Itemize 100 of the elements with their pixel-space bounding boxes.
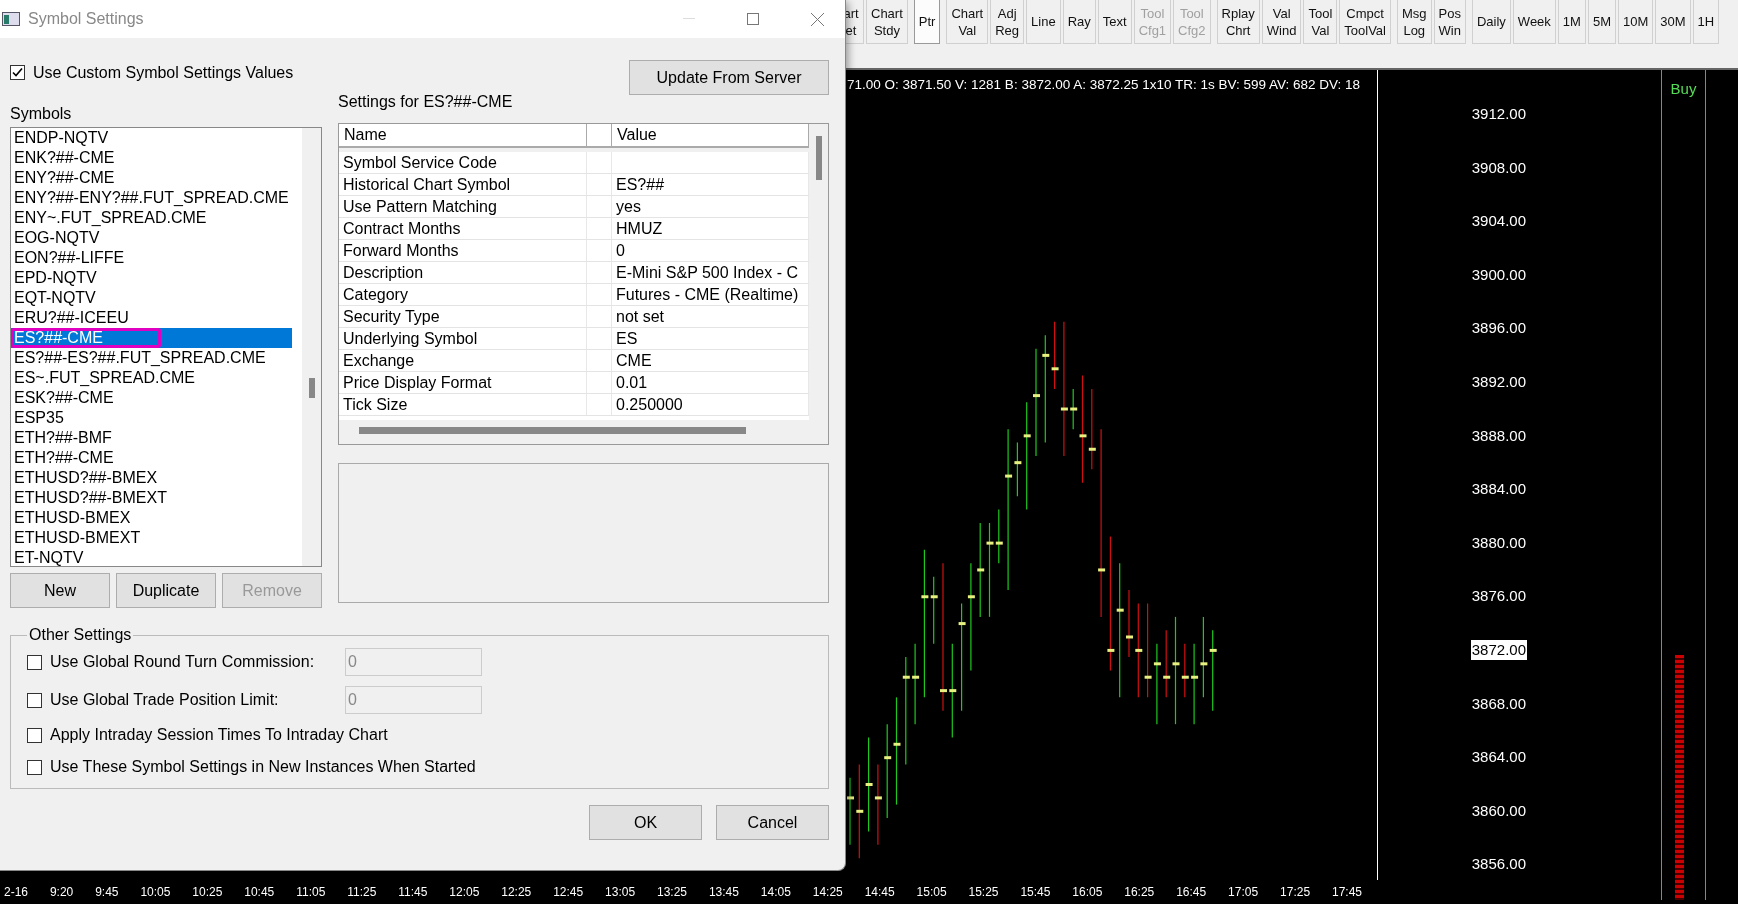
symbol-item[interactable]: ES?##-ES?##.FUT_SPREAD.CME xyxy=(11,348,292,368)
time-label: 16:45 xyxy=(1176,885,1207,899)
chart-info-line: 71.00 O: 3871.50 V: 1281 B: 3872.00 A: 3872.25 1x10 TR: 1s BV: 599 AV: 682 DV: 18 xyxy=(847,76,1361,94)
list-scrollbar[interactable] xyxy=(302,128,321,566)
time-label: 15:05 xyxy=(916,885,947,899)
option-checkbox[interactable]: Use These Symbol Settings in New Instances When Started xyxy=(27,758,476,776)
price-label: 3880.00 xyxy=(1470,532,1527,553)
toolbar-button[interactable]: 1M xyxy=(1557,0,1586,44)
column-header[interactable]: Name xyxy=(339,124,587,146)
table-cell: Category xyxy=(339,284,587,305)
price-label: 3908.00 xyxy=(1470,157,1527,178)
price-label: 3860.00 xyxy=(1470,800,1527,821)
toolbar-button[interactable]: Line xyxy=(1026,0,1061,44)
table-cell: Tick Size xyxy=(339,394,587,415)
time-label: 17:25 xyxy=(1280,885,1311,899)
symbol-item[interactable]: ERU?##-ICEEU xyxy=(11,308,292,328)
minimize-icon xyxy=(683,18,695,20)
option-checkbox[interactable]: Use Global Trade Position Limit: xyxy=(27,691,327,709)
toolbar-button[interactable]: Week xyxy=(1512,0,1556,44)
toolbar-button[interactable]: Text xyxy=(1097,0,1132,44)
symbol-item[interactable]: ETHUSD-BMEX xyxy=(11,508,292,528)
toolbar-button[interactable]: 5M xyxy=(1587,0,1616,44)
time-label: 10:25 xyxy=(192,885,223,899)
symbol-item[interactable]: ETHUSD?##-BMEX xyxy=(11,468,292,488)
symbols-label: Symbols xyxy=(10,105,73,123)
time-label: 16:05 xyxy=(1072,885,1103,899)
symbol-item[interactable]: ETHUSD?##-BMEXT xyxy=(11,488,292,508)
symbol-item[interactable]: ENY~.FUT_SPREAD.CME xyxy=(11,208,292,228)
price-label: 3872.00 xyxy=(1470,639,1527,660)
toolbar-button[interactable]: Daily xyxy=(1471,0,1511,44)
price-label: 3856.00 xyxy=(1470,854,1527,875)
table-cell: Contract Months xyxy=(339,218,587,239)
price-label: 3876.00 xyxy=(1470,586,1527,607)
time-label: 17:45 xyxy=(1331,885,1362,899)
update-from-server-button[interactable]: Update From Server xyxy=(629,60,829,95)
price-label: 3892.00 xyxy=(1470,371,1527,392)
toolbar-button[interactable]: Tool Val xyxy=(1303,0,1338,44)
time-label: 15:45 xyxy=(1020,885,1051,899)
toolbar-button[interactable]: Ray xyxy=(1062,0,1096,44)
toolbar-button[interactable]: Chart Val xyxy=(946,0,989,44)
symbol-item[interactable]: ENDP-NQTV xyxy=(11,128,292,148)
price-label: 3864.00 xyxy=(1470,747,1527,768)
toolbar-button[interactable]: 30M xyxy=(1655,0,1691,44)
toolbar-button[interactable]: 1H xyxy=(1692,0,1720,44)
check-mark-icon xyxy=(12,67,23,78)
option-checkbox[interactable]: Use Global Round Turn Commission: xyxy=(27,653,327,671)
time-label: 10:45 xyxy=(244,885,275,899)
custom-values-checkbox[interactable]: Use Custom Symbol Settings Values xyxy=(10,63,294,82)
table-horizontal-scrollbar[interactable] xyxy=(359,427,746,434)
time-label: 13:45 xyxy=(708,885,739,899)
symbol-item[interactable]: EPD-NQTV xyxy=(11,268,292,288)
symbol-item[interactable]: ETH?##-CME xyxy=(11,448,292,468)
toolbar-button[interactable]: Cmpct ToolVal xyxy=(1339,0,1391,44)
time-label: 14:25 xyxy=(812,885,843,899)
symbol-item[interactable]: ENY?##-ENY?##.FUT_SPREAD.CME xyxy=(11,188,292,208)
list-action-button[interactable]: Duplicate xyxy=(116,573,216,608)
price-label: 3888.00 xyxy=(1470,425,1527,446)
time-label: 11:05 xyxy=(296,885,326,899)
time-label: 17:05 xyxy=(1228,885,1259,899)
table-cell: Forward Months xyxy=(339,240,587,261)
toolbar-button[interactable]: Rplay Chrt xyxy=(1216,0,1260,44)
toolbar-button[interactable]: Ptr xyxy=(913,0,941,44)
table-cell: Security Type xyxy=(339,306,587,327)
time-label: 14:45 xyxy=(864,885,895,899)
symbol-item[interactable]: ET-NQTV xyxy=(11,548,292,566)
toolbar-button[interactable]: Pos Win xyxy=(1433,0,1466,44)
symbols-list[interactable] xyxy=(10,127,322,567)
symbol-item[interactable]: ESP35 xyxy=(11,408,292,428)
symbol-item[interactable]: ES~.FUT_SPREAD.CME xyxy=(11,368,292,388)
buy-label: Buy xyxy=(1670,80,1697,98)
time-label: 11:25 xyxy=(347,885,377,899)
symbol-item[interactable]: ESK?##-CME xyxy=(11,388,292,408)
symbol-item[interactable]: ENY?##-CME xyxy=(11,168,292,188)
table-cell: Exchange xyxy=(339,350,587,371)
symbol-item[interactable]: ETHUSD-BMEXT xyxy=(11,528,292,548)
symbol-item[interactable]: EON?##-LIFFE xyxy=(11,248,292,268)
dialog-button[interactable]: Cancel xyxy=(716,805,829,840)
toolbar-button[interactable]: Adj Reg xyxy=(990,0,1025,44)
time-label: 12:25 xyxy=(501,885,532,899)
list-action-button[interactable]: New xyxy=(10,573,110,608)
option-checkbox[interactable]: Apply Intraday Session Times To Intraday Chart xyxy=(27,726,388,744)
symbol-item[interactable]: EQT-NQTV xyxy=(11,288,292,308)
time-label: 10:05 xyxy=(140,885,171,899)
toolbar-button[interactable]: Msg Log xyxy=(1397,0,1432,44)
symbol-item[interactable]: EOG-NQTV xyxy=(11,228,292,248)
symbol-item[interactable]: ETH?##-BMF xyxy=(11,428,292,448)
dialog-button[interactable]: OK xyxy=(589,805,702,840)
toolbar-button[interactable]: Val Wind xyxy=(1261,0,1302,44)
toolbar-button[interactable]: Chart Stdy xyxy=(866,0,908,44)
table-cell: Underlying Symbol xyxy=(339,328,587,349)
price-label: 3868.00 xyxy=(1470,693,1527,714)
price-label: 3884.00 xyxy=(1470,479,1527,500)
symbol-item[interactable]: ENK?##-CME xyxy=(11,148,292,168)
price-label: 3912.00 xyxy=(1470,104,1527,124)
table-cell: Symbol Service Code xyxy=(339,152,587,173)
time-label: 11:45 xyxy=(398,885,428,899)
toolbar-button[interactable]: 10M xyxy=(1618,0,1654,44)
price-label: 3896.00 xyxy=(1470,318,1527,339)
time-label: 12:45 xyxy=(553,885,584,899)
settings-heading: Settings for ES?##-CME xyxy=(338,93,514,111)
